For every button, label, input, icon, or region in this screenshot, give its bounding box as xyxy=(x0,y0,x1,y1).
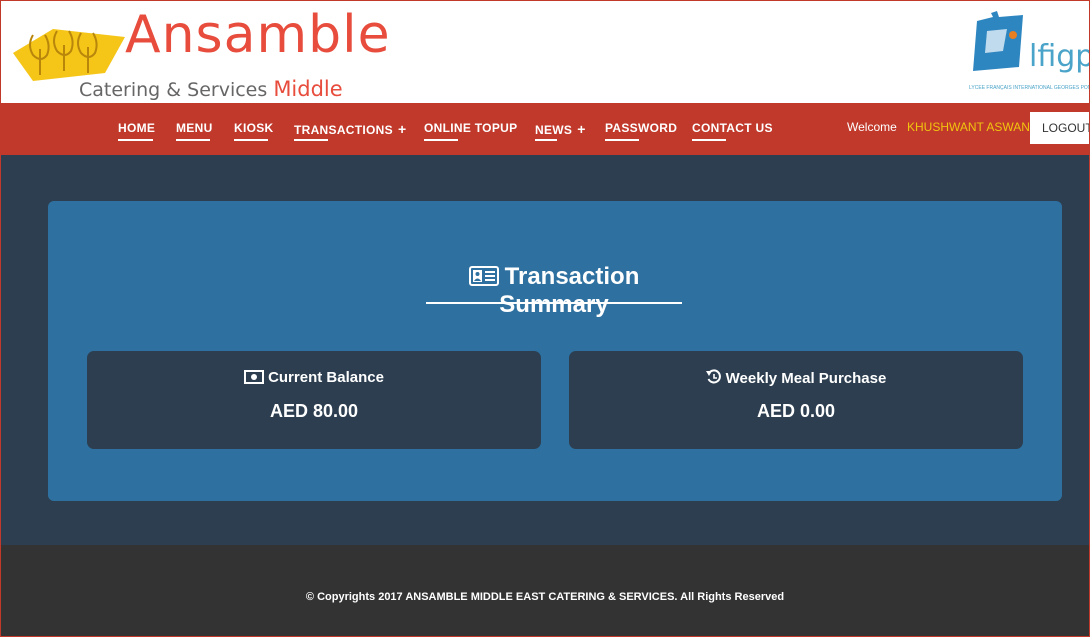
nav-menu[interactable]: MENU xyxy=(176,121,213,141)
weekly-meal-purchase-title: Weekly Meal Purchase xyxy=(725,370,887,387)
current-balance-title: Current Balance xyxy=(268,369,384,386)
nav-home-underline xyxy=(118,139,153,141)
nav-contact-us-underline xyxy=(692,139,726,141)
weekly-meal-purchase-value: AED 0.00 xyxy=(756,401,836,421)
partner-logo-tagline: LYCÉE FRANÇAIS INTERNATIONAL GEORGES POM… xyxy=(969,85,1089,91)
current-balance-card: Current Balance AED 80.00 xyxy=(87,351,541,449)
nav-online-topup-underline xyxy=(424,139,458,141)
nav-home-label: HOME xyxy=(118,121,156,135)
id-card-icon xyxy=(468,266,499,286)
summary-title: Transaction Summary xyxy=(499,263,640,318)
page-frame: Ansamble Catering & Services Middle East… xyxy=(0,0,1090,637)
summary-heading: Transaction Summary xyxy=(426,263,682,319)
nav-menu-underline xyxy=(176,139,210,141)
nav-password[interactable]: PASSWORD xyxy=(605,121,678,141)
nav-contact-us-label: CONTACT US xyxy=(692,121,773,135)
nav-password-underline xyxy=(605,139,639,141)
welcome-label: Welcome xyxy=(847,120,897,134)
partner-logo[interactable]: lfigp LYCÉE FRANÇAIS INTERNATIONAL GEORG… xyxy=(963,11,1089,99)
brand-mark-icon xyxy=(13,29,125,81)
nav-transactions-underline xyxy=(294,139,328,141)
nav-menu-label: MENU xyxy=(176,121,213,135)
logout-button[interactable]: LOGOUT xyxy=(1030,112,1089,144)
site-header: Ansamble Catering & Services Middle East… xyxy=(1,1,1089,125)
nav-password-label: PASSWORD xyxy=(605,121,678,135)
username-label[interactable]: KHUSHWANT ASWANI xyxy=(907,120,1033,134)
transaction-summary-panel: Transaction Summary Current Balance AED … xyxy=(48,201,1062,501)
nav-kiosk-underline xyxy=(234,139,268,141)
brand-tagline-plain: Catering & Services xyxy=(79,79,268,101)
nav-news[interactable]: NEWS + xyxy=(535,121,586,141)
nav-online-topup[interactable]: ONLINE TOPUP xyxy=(424,121,518,141)
nav-kiosk-label: KIOSK xyxy=(234,121,274,135)
main-navigation: HOME MENU KIOSK TRANSACTIONS + ONLINE TOP… xyxy=(1,103,1089,155)
weekly-meal-purchase-heading: Weekly Meal Purchase xyxy=(569,369,1023,387)
nav-home[interactable]: HOME xyxy=(118,121,156,141)
nav-online-topup-label: ONLINE TOPUP xyxy=(424,121,518,135)
current-balance-heading: Current Balance xyxy=(87,369,541,386)
nav-news-expand-icon: + xyxy=(577,121,586,137)
main-content: Transaction Summary Current Balance AED … xyxy=(1,155,1089,545)
nav-news-underline xyxy=(535,139,557,141)
nav-kiosk[interactable]: KIOSK xyxy=(234,121,274,141)
brand-name: Ansamble xyxy=(125,5,391,65)
weekly-meal-purchase-card: Weekly Meal Purchase AED 0.00 xyxy=(569,351,1023,449)
partner-mark-icon xyxy=(973,11,1023,71)
nav-transactions-expand-icon: + xyxy=(397,121,407,137)
nav-news-label: NEWS xyxy=(535,123,573,137)
partner-logo-text: lfigp xyxy=(1029,39,1090,74)
history-icon xyxy=(705,369,721,384)
money-bill-icon xyxy=(244,370,265,384)
current-balance-value: AED 80.00 xyxy=(269,401,359,421)
copyright-text: © Copyrights 2017 ANSAMBLE MIDDLE EAST C… xyxy=(305,591,785,603)
nav-contact-us[interactable]: CONTACT US xyxy=(692,121,773,141)
brand-logo[interactable]: Ansamble Catering & Services Middle East xyxy=(13,5,393,125)
nav-transactions-label: TRANSACTIONS xyxy=(294,123,393,137)
summary-underline xyxy=(426,302,682,304)
nav-transactions[interactable]: TRANSACTIONS + xyxy=(294,121,407,141)
site-footer: © Copyrights 2017 ANSAMBLE MIDDLE EAST C… xyxy=(1,545,1089,636)
